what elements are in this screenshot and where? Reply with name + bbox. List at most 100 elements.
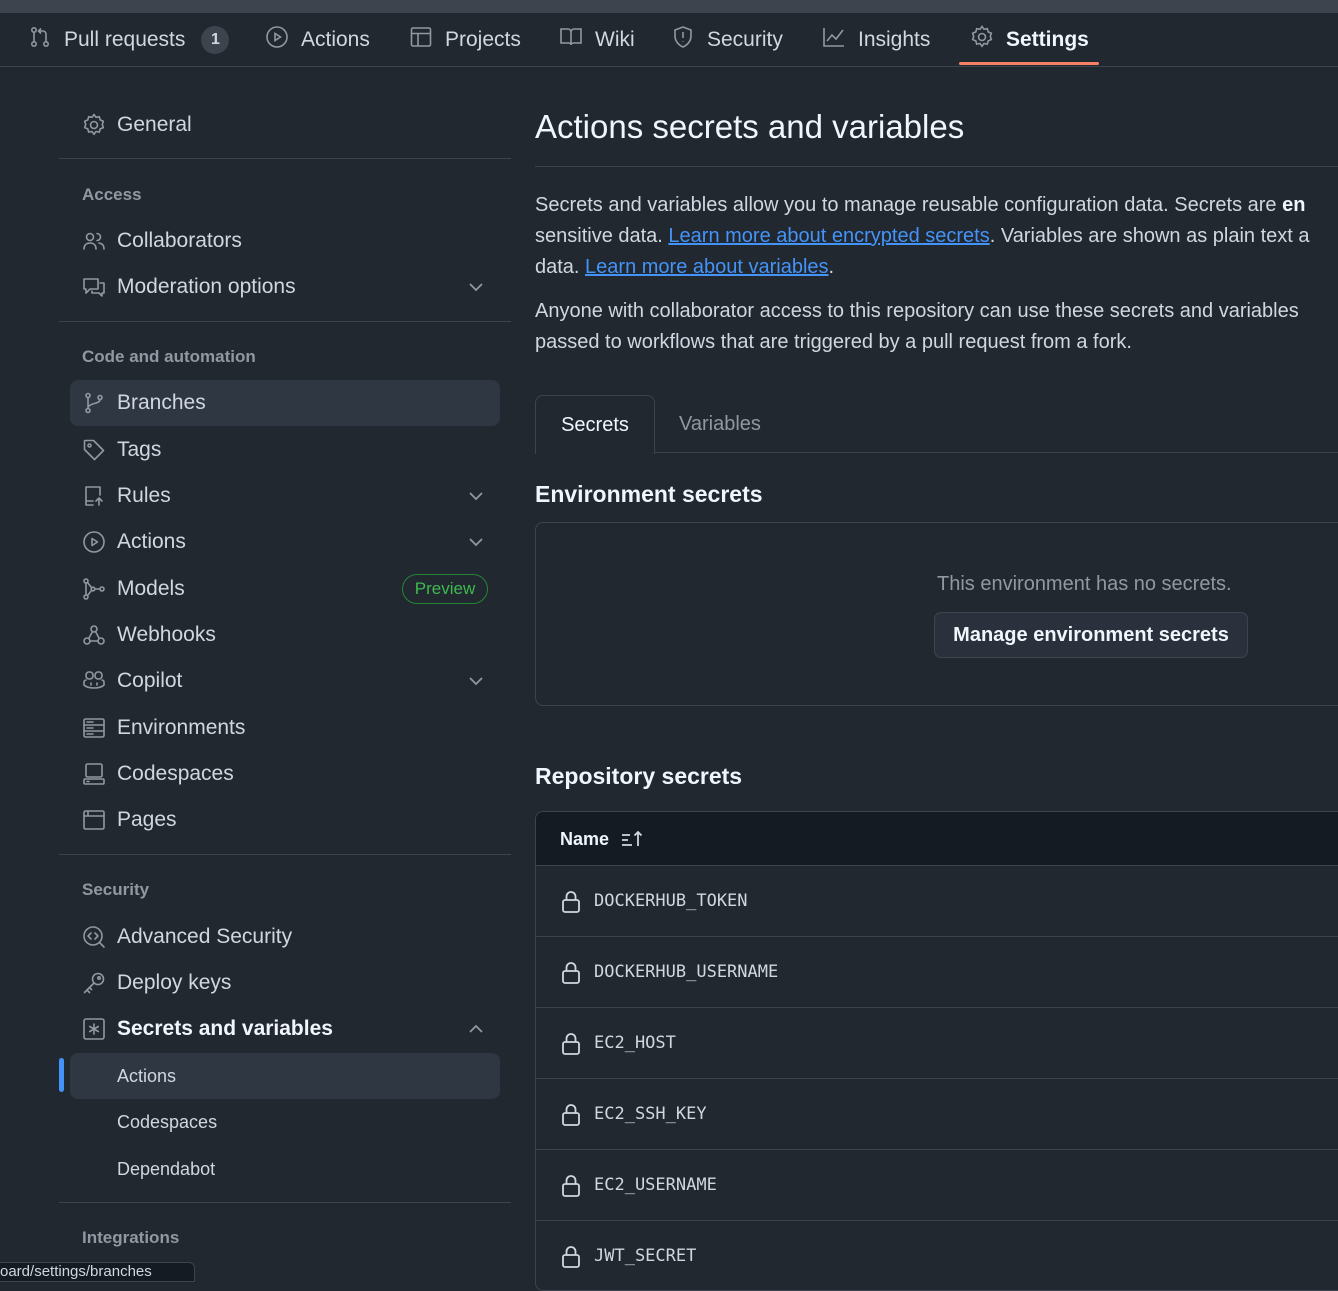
tab-wiki[interactable]: Wiki xyxy=(559,13,635,67)
asterisk-box-icon xyxy=(82,1017,106,1041)
sidebar-item-moderation[interactable]: Moderation options xyxy=(70,264,500,310)
shield-icon xyxy=(671,25,695,55)
intro-text: . Variables are shown as plain text a xyxy=(989,225,1310,247)
lock-icon xyxy=(561,1032,581,1056)
table-row[interactable]: EC2_HOST xyxy=(536,1008,1338,1079)
sidebar-item-label: Tags xyxy=(117,438,162,461)
tab-projects[interactable]: Projects xyxy=(409,13,521,67)
secret-name: DOCKERHUB_TOKEN xyxy=(594,891,748,911)
sidebar-item-label: Models xyxy=(117,577,185,600)
status-bar-url: oard/settings/branches xyxy=(0,1262,195,1282)
table-row[interactable]: EC2_SSH_KEY xyxy=(536,1079,1338,1150)
window-top-strip xyxy=(0,0,1338,13)
page-title: Actions secrets and variables xyxy=(535,108,965,145)
tab-insights[interactable]: Insights xyxy=(822,13,930,67)
play-icon xyxy=(82,530,106,554)
table-row[interactable]: DOCKERHUB_TOKEN xyxy=(536,866,1338,937)
copilot-icon xyxy=(82,669,106,693)
chevron-down-icon xyxy=(466,277,486,297)
sidebar-divider xyxy=(59,854,511,855)
tab-label: Actions xyxy=(301,28,370,51)
sidebar-item-secrets-variables[interactable]: Secrets and variables xyxy=(70,1006,500,1052)
sidebar-subitem-codespaces[interactable]: Codespaces xyxy=(70,1099,500,1145)
tab-secrets[interactable]: Secrets xyxy=(535,395,655,454)
sidebar-item-copilot[interactable]: Copilot xyxy=(70,658,500,704)
table-header: Name xyxy=(536,812,1338,866)
tab-label: Insights xyxy=(858,28,931,51)
sidebar-subitem-actions[interactable]: Actions xyxy=(70,1053,500,1099)
title-divider xyxy=(535,166,1338,167)
group-heading-integrations: Integrations xyxy=(82,1228,180,1247)
intro-text: data. xyxy=(535,256,586,278)
sidebar-item-label: Secrets and variables xyxy=(117,1017,333,1040)
sidebar-divider xyxy=(59,1202,511,1203)
lock-icon xyxy=(561,961,581,985)
sidebar-item-webhooks[interactable]: Webhooks xyxy=(70,612,500,658)
active-item-indicator xyxy=(59,1058,64,1092)
lock-icon xyxy=(561,1103,581,1127)
group-heading-access: Access xyxy=(82,185,142,204)
secret-name: EC2_SSH_KEY xyxy=(594,1104,707,1124)
sidebar-item-branches[interactable]: Branches xyxy=(70,380,500,426)
learn-variables-link[interactable]: Learn more about variables xyxy=(585,256,828,278)
sidebar-item-label: Webhooks xyxy=(117,623,216,646)
manage-environment-secrets-button[interactable]: Manage environment secrets xyxy=(934,612,1248,658)
sidebar-subitem-label: Dependabot xyxy=(117,1159,216,1179)
name-column-header[interactable]: Name xyxy=(560,812,609,866)
table-row[interactable]: EC2_USERNAME xyxy=(536,1150,1338,1221)
sidebar-item-label: Environments xyxy=(117,716,246,739)
sidebar-item-label: Rules xyxy=(117,484,171,507)
sidebar-item-rules[interactable]: Rules xyxy=(70,473,500,519)
sidebar-item-label: Codespaces xyxy=(117,762,234,785)
tab-pull-requests[interactable]: Pull requests 1 xyxy=(28,13,230,67)
tab-label: Pull requests xyxy=(64,28,186,51)
tag-icon xyxy=(82,438,106,462)
repository-secrets-heading: Repository secrets xyxy=(535,763,743,789)
sidebar-item-codespaces[interactable]: Codespaces xyxy=(70,751,500,797)
tab-security[interactable]: Security xyxy=(671,13,783,67)
sidebar-subitem-dependabot[interactable]: Dependabot xyxy=(70,1146,500,1192)
sidebar-item-label: Advanced Security xyxy=(117,925,293,948)
server-icon xyxy=(82,716,106,740)
people-icon xyxy=(82,229,106,253)
intro-line-3: data. Learn more about variables. xyxy=(535,252,1310,283)
sidebar-item-label: Deploy keys xyxy=(117,971,232,994)
table-row[interactable]: JWT_SECRET xyxy=(536,1221,1338,1290)
repo-nav-tabs: Pull requests 1 Actions Projects Wiki Se… xyxy=(0,13,1338,67)
intro-paragraph: Secrets and variables allow you to manag… xyxy=(535,190,1310,283)
repo-push-icon xyxy=(82,484,106,508)
table-icon xyxy=(409,25,433,55)
sidebar-item-label: Actions xyxy=(117,530,186,553)
tab-variables[interactable]: Variables xyxy=(679,395,761,453)
tab-actions[interactable]: Actions xyxy=(265,13,370,67)
sidebar-item-label: Branches xyxy=(117,391,206,414)
key-icon xyxy=(82,971,106,995)
sidebar-item-advanced-security[interactable]: Advanced Security xyxy=(70,914,500,960)
sidebar-item-label: Copilot xyxy=(117,669,183,692)
tab-settings[interactable]: Settings xyxy=(970,13,1089,67)
table-row[interactable]: DOCKERHUB_USERNAME xyxy=(536,937,1338,1008)
settings-sidebar: General Access Collaborators Moderation … xyxy=(0,67,520,1276)
environment-secrets-heading: Environment secrets xyxy=(535,481,763,507)
webhook-icon xyxy=(82,623,106,647)
sidebar-item-actions[interactable]: Actions xyxy=(70,519,500,565)
sidebar-subitem-label: Actions xyxy=(117,1066,177,1086)
codespaces-icon xyxy=(82,762,106,786)
sidebar-item-collaborators[interactable]: Collaborators xyxy=(70,218,500,264)
selected-tab-underline xyxy=(959,62,1099,65)
learn-encrypted-secrets-link[interactable]: Learn more about encrypted secrets xyxy=(668,225,989,247)
sidebar-item-pages[interactable]: Pages xyxy=(70,797,500,843)
pull-request-icon xyxy=(28,25,52,55)
browser-icon xyxy=(82,808,106,832)
sidebar-item-environments[interactable]: Environments xyxy=(70,705,500,751)
sidebar-item-tags[interactable]: Tags xyxy=(70,427,500,473)
empty-state-text: This environment has no secrets. xyxy=(937,573,1232,595)
sidebar-item-deploy-keys[interactable]: Deploy keys xyxy=(70,960,500,1006)
secrets-variables-tabs: Secrets Variables xyxy=(535,395,1338,454)
sidebar-item-label: Collaborators xyxy=(117,229,242,252)
codescan-icon xyxy=(82,925,106,949)
gear-icon xyxy=(82,113,106,137)
sort-ascending-icon[interactable] xyxy=(620,829,644,849)
sidebar-item-general[interactable]: General xyxy=(70,102,500,148)
sidebar-subitem-label: Codespaces xyxy=(117,1112,218,1132)
